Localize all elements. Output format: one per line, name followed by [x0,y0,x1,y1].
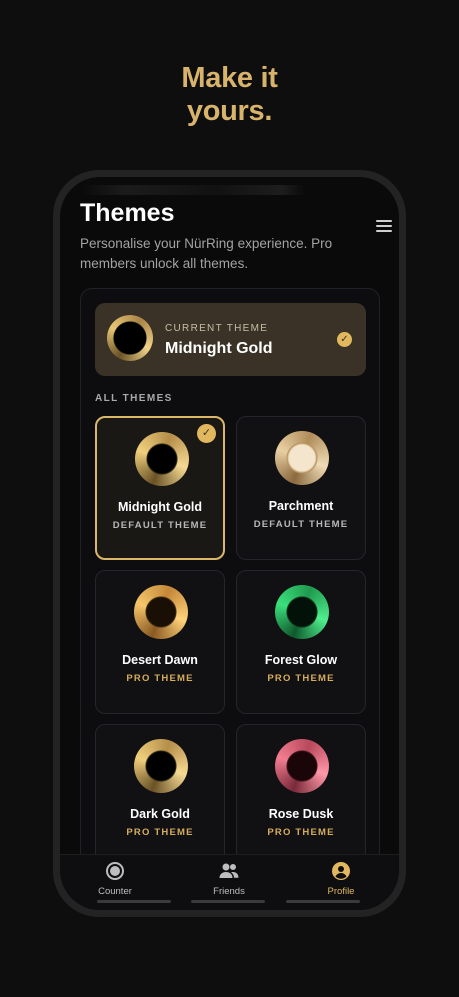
nav-friends[interactable]: Friends [184,861,274,897]
current-theme-label: CURRENT THEME [165,323,269,334]
theme-name: Midnight Gold [117,500,202,514]
desert-dawn-ring-icon [134,585,188,639]
home-indicator [60,900,399,904]
rose-dusk-ring-icon [275,739,329,793]
theme-name: Dark Gold [130,807,190,821]
theme-card-forest-glow[interactable]: Forest Glow PRO THEME [236,570,366,714]
nav-label: Profile [327,886,355,897]
current-theme-name: Midnight Gold [165,340,273,357]
theme-name: Desert Dawn [122,653,198,667]
theme-tag: PRO THEME [267,827,335,838]
menu-icon[interactable] [376,220,392,232]
headline-line-1: Make it [181,62,278,94]
counter-icon [106,862,124,880]
themes-panel: CURRENT THEME Midnight Gold ✓ ALL THEMES… [80,288,380,910]
selected-check-icon: ✓ [197,424,216,443]
promo-headline: Make it yours. [0,62,459,128]
forest-glow-ring-icon [275,585,329,639]
theme-name: Forest Glow [264,653,338,667]
page-subtitle: Personalise your NürRing experience. Pro… [80,236,333,271]
dark-gold-ring-icon [134,739,188,793]
nav-counter[interactable]: Counter [70,861,160,897]
profile-icon [332,862,350,880]
check-icon: ✓ [337,332,352,347]
midnight-gold-ring-icon [135,432,189,486]
app-screen: Themes Personalise your NürRing experien… [60,177,399,910]
theme-card-parchment[interactable]: Parchment DEFAULT THEME [236,416,366,560]
headline-line-2: yours. [186,95,273,127]
nav-label: Counter [98,886,132,897]
theme-tag: DEFAULT THEME [253,519,349,530]
theme-card-desert-dawn[interactable]: Desert Dawn PRO THEME [95,570,225,714]
parchment-ring-icon [275,431,329,485]
theme-card-rose-dusk[interactable]: Rose Dusk PRO THEME [236,724,366,868]
theme-tag: DEFAULT THEME [112,520,208,531]
all-themes-label: ALL THEMES [95,393,173,404]
theme-card-dark-gold[interactable]: Dark Gold PRO THEME [95,724,225,868]
theme-name: Rose Dusk [268,807,334,821]
friends-icon [219,863,239,878]
status-bar [80,185,305,195]
phone-frame: Themes Personalise your NürRing experien… [53,170,406,917]
theme-name: Parchment [268,499,334,513]
theme-tag: PRO THEME [126,827,194,838]
nav-label: Friends [213,886,245,897]
theme-card-midnight-gold[interactable]: ✓ Midnight Gold DEFAULT THEME [95,416,225,560]
nav-profile[interactable]: Profile [296,861,386,897]
current-theme-card: CURRENT THEME Midnight Gold ✓ [95,303,366,376]
theme-tag: PRO THEME [267,673,335,684]
current-theme-ring-icon [107,315,153,361]
theme-tag: PRO THEME [126,673,194,684]
page-title: Themes [80,199,175,227]
